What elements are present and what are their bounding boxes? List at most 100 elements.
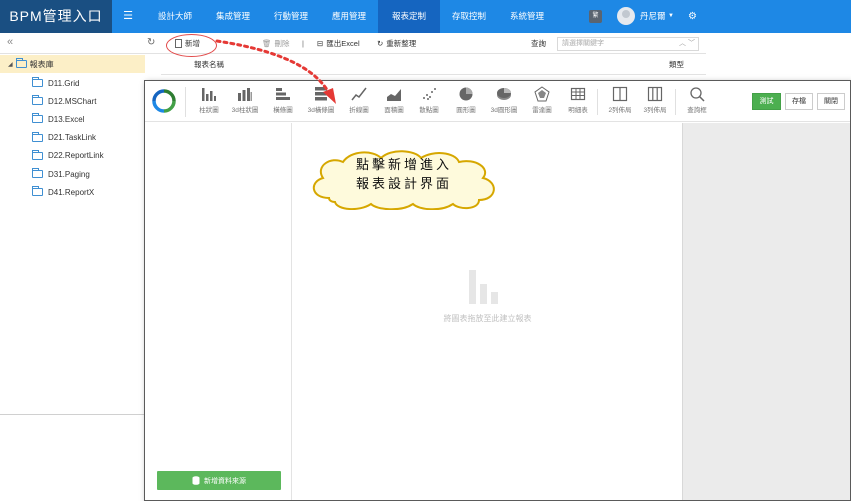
- drop-hint: 將圖表拖放至此建立報表: [443, 314, 532, 323]
- caret-down-icon[interactable]: ▼: [668, 0, 674, 33]
- tool-pie-chart-3d[interactable]: 3d圓形圖: [484, 86, 524, 118]
- nav-item-design-master[interactable]: 設計大師: [146, 0, 204, 33]
- test-button[interactable]: 測試: [752, 93, 781, 110]
- gear-icon[interactable]: ⚙: [688, 0, 697, 33]
- pie-chart-3d-icon: [497, 88, 511, 100]
- nav-item-report[interactable]: 報表定制: [378, 0, 440, 33]
- reload-button[interactable]: ↻ 重新整理: [377, 33, 416, 54]
- chevron-up-down-icon[interactable]: ︿ ﹀: [679, 38, 695, 50]
- tool-line-chart[interactable]: 折線圖: [339, 86, 379, 118]
- search-input[interactable]: 請選擇關鍵字 ︿ ﹀: [557, 37, 699, 51]
- export-excel-button[interactable]: ⊟ 匯出Excel: [317, 33, 360, 54]
- database-icon: [192, 476, 200, 485]
- nav-item-mobile[interactable]: 行動管理: [262, 0, 320, 33]
- tree-item[interactable]: D22.ReportLink: [0, 147, 145, 165]
- folder-icon: [32, 95, 43, 106]
- avatar[interactable]: [617, 7, 635, 25]
- tree-item[interactable]: D11.Grid: [0, 74, 145, 92]
- expand-triangle-icon[interactable]: ◢: [8, 61, 13, 68]
- toolbar-separator: [597, 89, 598, 115]
- bar-chart-icon: [202, 88, 216, 101]
- tree-item[interactable]: D31.Paging: [0, 165, 145, 183]
- tool-horizontal-bar[interactable]: 橫條圖: [263, 86, 303, 118]
- horizontal-bar-icon: [276, 88, 290, 100]
- tool-area-chart[interactable]: 面積圖: [374, 86, 414, 118]
- toolbar-separator: [675, 89, 676, 115]
- tree-root[interactable]: ◢ 報表庫: [0, 55, 145, 73]
- tree-item-label: D13.Excel: [48, 114, 85, 124]
- hamburger-icon[interactable]: ☰: [120, 0, 136, 33]
- folder-icon: [32, 168, 43, 179]
- tool-three-column-layout[interactable]: 3列佈局: [635, 86, 675, 118]
- tree-item-label: D12.MSChart: [48, 96, 97, 106]
- close-button[interactable]: 關閉: [817, 93, 845, 110]
- designer-toolbar: 柱狀圖 3d柱狀圖 橫條圖 3d橫條圖 折線圖 面積圖 散點圖 圓形圖 3d圓形…: [145, 81, 850, 122]
- table-icon: [570, 87, 586, 101]
- area-chart-icon: [387, 89, 401, 101]
- save-button[interactable]: 存檔: [785, 93, 813, 110]
- tree-item-label: D11.Grid: [48, 78, 80, 88]
- column-header-type[interactable]: 類型: [669, 55, 684, 75]
- highlight-circle: [166, 34, 217, 57]
- nav-item-application[interactable]: 應用管理: [320, 0, 378, 33]
- callout-line-1: 點擊新增進入: [355, 158, 452, 173]
- collapse-icon[interactable]: «: [7, 36, 13, 48]
- callout-text: 點擊新增進入 報表設計界面: [307, 156, 501, 194]
- report-table-header: 報表名稱 類型: [161, 55, 706, 75]
- tool-label: 柱狀圖: [199, 107, 219, 114]
- two-column-layout-icon: [612, 86, 628, 102]
- tool-radar-chart[interactable]: 雷達圖: [522, 86, 562, 118]
- tree-item[interactable]: D13.Excel: [0, 110, 145, 128]
- tool-label: 折線圖: [349, 107, 369, 114]
- refresh-icon[interactable]: ↻: [147, 37, 155, 48]
- tree-item[interactable]: D41.ReportX: [0, 183, 145, 201]
- user-name[interactable]: 丹尼爾: [640, 0, 666, 33]
- tree-item[interactable]: D21.TaskLink: [0, 129, 145, 147]
- delete-button[interactable]: 🗑 刪除: [262, 33, 290, 54]
- tree-item-label: D41.ReportX: [48, 187, 95, 197]
- top-bar: BPM管理入口 ☰ 設計大師 集成管理 行動管理 應用管理 報表定制 存取控制 …: [0, 0, 851, 33]
- export-button-label: 匯出Excel: [326, 39, 360, 48]
- tool-bar-chart[interactable]: 柱狀圖: [189, 86, 229, 118]
- tree-item[interactable]: D12.MSChart: [0, 92, 145, 110]
- tool-horizontal-bar-3d[interactable]: 3d橫條圖: [301, 86, 341, 118]
- language-badge[interactable]: 繁: [589, 10, 602, 23]
- nav-item-access-control[interactable]: 存取控制: [440, 0, 498, 33]
- line-chart-icon: [351, 87, 367, 101]
- add-datasource-button[interactable]: 新增資料來源: [157, 471, 281, 490]
- app-logo-icon: [152, 89, 176, 113]
- folder-icon: [32, 186, 43, 197]
- main-nav: 設計大師 集成管理 行動管理 應用管理 報表定制 存取控制 系統管理: [146, 0, 556, 33]
- folder-icon: [32, 149, 43, 160]
- nav-item-system[interactable]: 系統管理: [498, 0, 556, 33]
- tool-label: 明細表: [568, 107, 588, 114]
- tree-header: « ↻: [0, 33, 161, 54]
- nav-item-integration[interactable]: 集成管理: [204, 0, 262, 33]
- tool-detail-table[interactable]: 明細表: [558, 86, 598, 118]
- tool-scatter-chart[interactable]: 散點圖: [409, 86, 449, 118]
- tool-label: 面積圖: [384, 107, 404, 114]
- tree-divider: [0, 414, 145, 415]
- tool-label: 3d柱狀圖: [231, 107, 259, 114]
- tool-two-column-layout[interactable]: 2列佈局: [600, 86, 640, 118]
- tool-label: 雷達圖: [532, 107, 552, 114]
- tool-bar-chart-3d[interactable]: 3d柱狀圖: [225, 86, 265, 118]
- tree-item-label: D21.TaskLink: [48, 133, 97, 143]
- search-placeholder: 請選擇關鍵字: [562, 40, 604, 47]
- tool-label: 3d橫條圖: [307, 107, 335, 114]
- tree-item-label: D31.Paging: [48, 169, 90, 179]
- three-column-layout-icon: [647, 86, 663, 102]
- tool-pie-chart[interactable]: 圓形圖: [446, 86, 486, 118]
- tool-label: 2列佈局: [608, 107, 632, 114]
- trash-icon: 🗑: [262, 39, 272, 48]
- tool-search-box[interactable]: 查詢框: [677, 86, 717, 118]
- report-designer-window: 柱狀圖 3d柱狀圖 橫條圖 3d橫條圖 折線圖 面積圖 散點圖 圓形圖 3d圓形…: [144, 80, 851, 501]
- scatter-chart-icon: [423, 88, 436, 100]
- reload-button-label: 重新整理: [386, 39, 417, 48]
- tree-root-label: 報表庫: [29, 59, 54, 69]
- bar-chart-placeholder-icon: [469, 270, 498, 304]
- column-header-name[interactable]: 報表名稱: [194, 55, 224, 75]
- search-icon: [690, 87, 705, 102]
- app-title[interactable]: BPM管理入口: [0, 0, 112, 33]
- folder-open-icon: [15, 58, 27, 68]
